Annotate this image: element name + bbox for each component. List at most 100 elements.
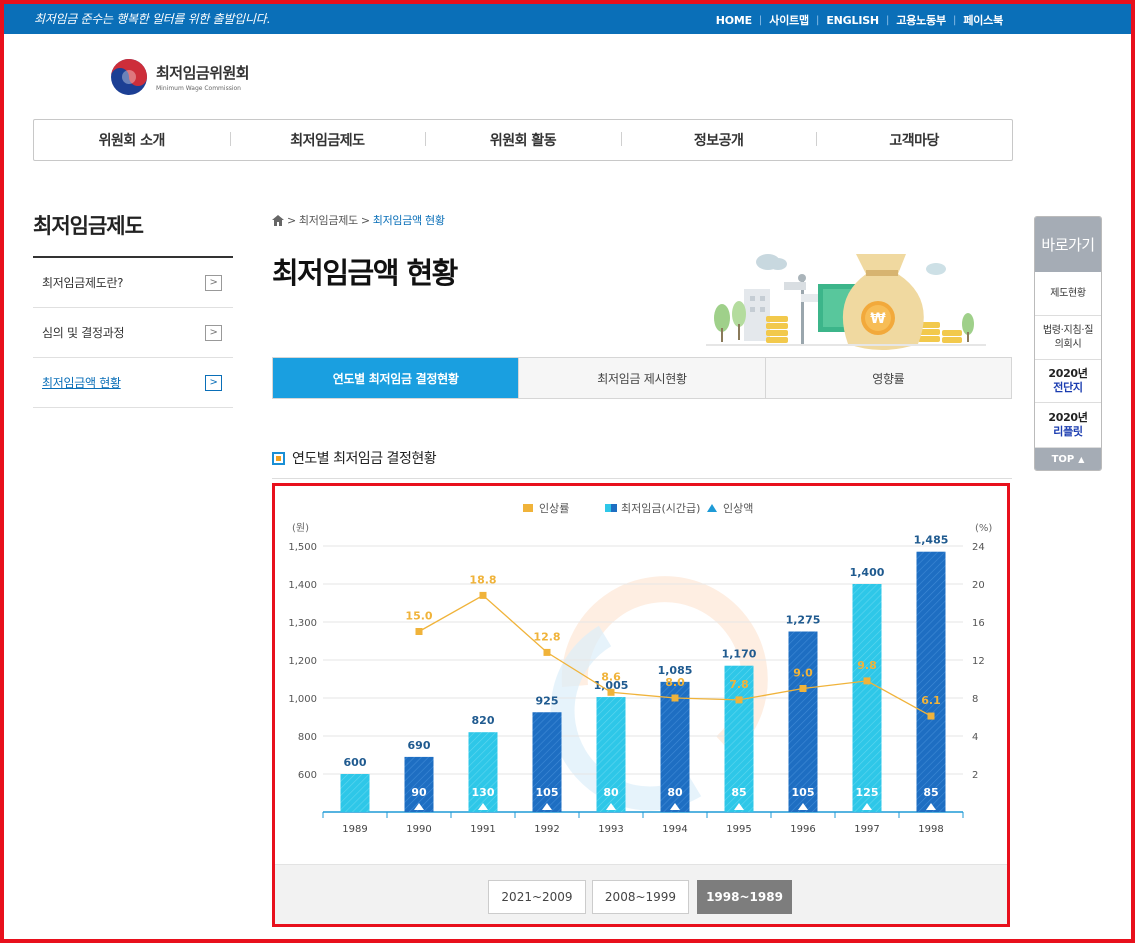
utility-nav: HOME | 사이트맵 | ENGLISH | 고용노동부 | 페이스북 [716,12,1003,28]
legend-label: 최저임금(시간급) [621,502,700,515]
section-title: 연도별 최저임금 결정현황 [272,448,437,468]
moel-link[interactable]: 고용노동부 [896,12,946,28]
top-label: TOP [1051,453,1075,465]
tab-proposals[interactable]: 최저임금 제시현황 [518,358,764,398]
sidebar-item-deliberation[interactable]: 심의 및 결정과정 > [33,308,233,358]
increase-rate-label: 8.6 [601,670,621,683]
chevron-right-icon: > [205,324,222,341]
right-axis-unit: (%) [975,523,992,534]
sidebar-title: 최저임금제도 [33,214,144,238]
period-button-1998-1989[interactable]: 1998~1989 [697,880,792,914]
x-tick-label: 1998 [918,824,943,835]
sidebar-item-wage-status[interactable]: 최저임금액 현황 > [33,358,233,408]
nav-committee-activities[interactable]: 위원회 활동 [425,130,621,150]
increase-amount-label: 80 [603,786,619,799]
x-tick-label: 1990 [406,824,431,835]
legend-marker [707,504,717,512]
increase-amount-label: 105 [792,786,815,799]
wage-bar [788,631,818,812]
x-tick-label: 1994 [662,824,687,835]
increase-rate-point [863,677,871,685]
wage-bar [916,551,946,812]
quick-menu: 바로가기 제도현황 법령·지침·질의회시 2020년 전단지 2020년 리플릿… [1034,216,1102,471]
increase-amount-label: 90 [411,786,427,799]
top-bar: 최저임금 준수는 행복한 일터를 위한 출발입니다. HOME | 사이트맵 |… [4,4,1131,34]
increase-rate-point [799,685,807,692]
left-tick-label: 1,200 [288,656,317,667]
wage-bar [468,732,498,812]
increase-rate-point [927,712,935,720]
legend-marker [611,504,617,512]
quick-item-leaflet[interactable]: 2020년 전단지 [1035,360,1101,403]
increase-rate-label: 12.8 [533,630,560,643]
quick-item-year: 2020년 [1048,367,1088,380]
wage-value-label: 1,400 [850,566,885,579]
logo-subtitle: Minimum Wage Commission [156,85,241,92]
wage-value-label: 1,485 [914,534,949,547]
site-logo[interactable]: 최저임금위원회 Minimum Wage Commission [110,58,250,96]
sidebar-item-label: 심의 및 결정과정 [42,326,125,340]
section-divider [272,478,1012,479]
tab-impact-rate[interactable]: 영향률 [764,358,1011,398]
x-tick-label: 1992 [534,824,559,835]
content-tabs: 연도별 최저임금 결정현황 최저임금 제시현황 영향률 [272,357,1012,399]
legend-marker [523,504,533,512]
quick-item-laws[interactable]: 법령·지침·질의회시 [1035,316,1101,360]
right-tick-label: 8 [972,694,978,705]
increase-amount-label: 85 [731,786,746,799]
english-link[interactable]: ENGLISH [826,14,879,27]
increase-rate-point [543,648,551,656]
home-link[interactable]: HOME [716,14,752,27]
wage-bar [340,774,370,812]
right-tick-label: 20 [972,580,985,591]
increase-rate-point [671,694,679,702]
section-title-text: 연도별 최저임금 결정현황 [292,451,437,467]
legend-label: 인상액 [723,502,753,515]
increase-amount-label: 105 [536,786,559,799]
nav-committee[interactable]: 위원회 소개 [34,130,230,150]
svg-text:₩: ₩ [870,311,886,327]
quick-item-name: 리플릿 [1053,425,1083,438]
quick-item-brochure[interactable]: 2020년 리플릿 [1035,403,1101,448]
nav-minimum-wage-system[interactable]: 최저임금제도 [229,130,426,150]
increase-rate-label: 6.1 [921,694,941,707]
legend-label: 인상률 [539,502,569,515]
increase-amount-label: 125 [856,786,879,799]
quick-menu-title: 바로가기 [1035,217,1101,272]
breadcrumb-separator: > [287,213,296,227]
sidebar-item-label: 최저임금제도란? [42,276,124,290]
x-tick-label: 1993 [598,824,623,835]
section-bullet-icon [272,451,285,465]
right-tick-label: 16 [972,618,985,629]
sitemap-link[interactable]: 사이트맵 [769,12,809,28]
increase-rate-label: 9.0 [793,667,813,680]
nav-information[interactable]: 정보공개 [620,130,817,150]
quick-item-system-status[interactable]: 제도현황 [1035,272,1101,316]
nav-customer[interactable]: 고객마당 [816,130,1012,150]
period-button-2021-2009[interactable]: 2021~2009 [488,880,586,914]
left-axis-unit: (원) [292,522,309,534]
x-tick-label: 1989 [342,824,367,835]
period-button-2008-1999[interactable]: 2008~1999 [592,880,689,914]
home-icon[interactable] [272,214,284,226]
increase-rate-label: 18.8 [469,573,496,586]
separator: | [758,14,763,26]
breadcrumb-item[interactable]: 최저임금제도 [299,212,358,228]
facebook-link[interactable]: 페이스북 [963,12,1003,28]
wage-value-label: 1,275 [786,614,821,627]
chart-container: 인상률 최저임금(시간급) 인상액 (원) (%) 600 2 800 4 1,000 8 1,200… [272,483,1010,927]
left-tick-label: 1,000 [288,694,317,705]
period-selector: 2021~2009 2008~1999 1998~1989 [275,864,1007,924]
breadcrumb-separator: > [360,213,370,227]
scroll-top-button[interactable]: TOP ▲ [1035,448,1101,470]
tab-annual-decision[interactable]: 연도별 최저임금 결정현황 [273,358,519,398]
main-nav: 위원회 소개 최저임금제도 위원회 활동 정보공개 고객마당 [33,119,1013,161]
sidebar-item-system-intro[interactable]: 최저임금제도란? > [33,258,233,308]
x-tick-label: 1991 [470,824,495,835]
x-tick-label: 1996 [790,824,815,835]
right-tick-label: 24 [972,542,985,553]
left-tick-label: 1,500 [288,542,317,553]
wage-value-label: 690 [408,739,431,752]
separator: | [952,14,957,26]
chevron-right-icon: > [205,374,222,391]
